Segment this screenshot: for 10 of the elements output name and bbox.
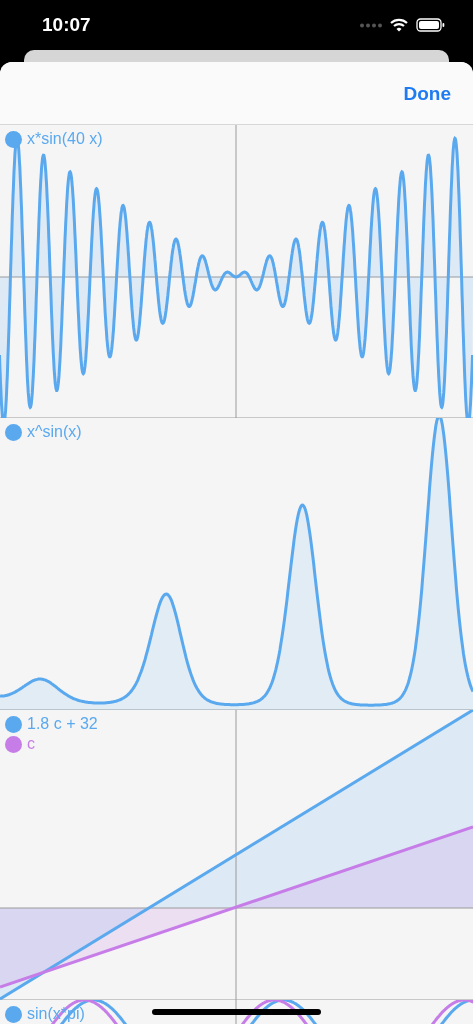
legend-label: x^sin(x) xyxy=(27,422,82,442)
wifi-icon xyxy=(390,18,408,32)
legend-label: c xyxy=(27,734,35,754)
done-button[interactable]: Done xyxy=(403,79,451,109)
legend-label: x*sin(40 x) xyxy=(27,129,103,149)
signal-icon xyxy=(360,22,382,28)
home-indicator[interactable] xyxy=(152,1009,321,1015)
status-time: 10:07 xyxy=(42,12,91,37)
legend-label: 1.8 c + 32 xyxy=(27,714,98,734)
battery-icon xyxy=(416,18,445,32)
